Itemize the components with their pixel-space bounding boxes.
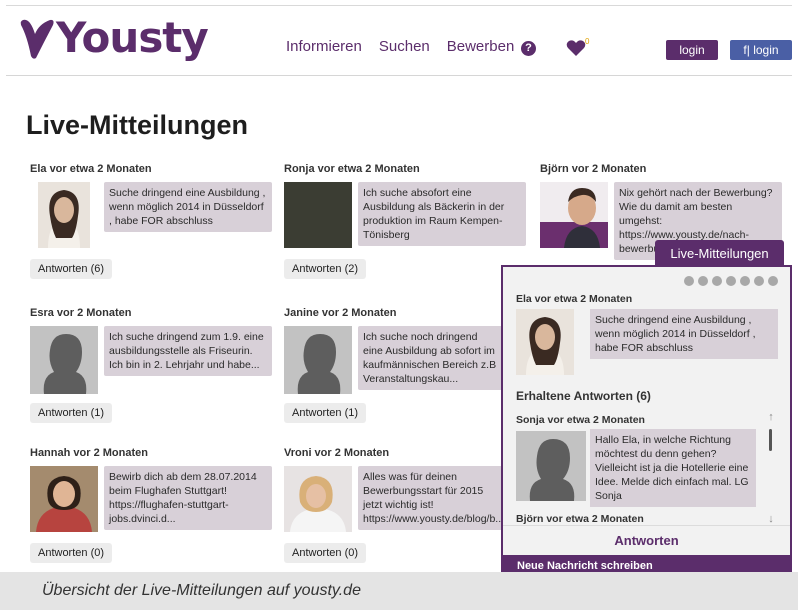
message-card: Vroni vor 2 Monaten Alles was für deinen… bbox=[284, 447, 534, 563]
pagination-dot[interactable] bbox=[768, 276, 778, 286]
message-author[interactable]: Esra vor 2 Monaten bbox=[30, 307, 280, 321]
help-icon[interactable]: ? bbox=[521, 41, 536, 56]
message-bubble: Suche dringend eine Ausbildung , wenn mö… bbox=[104, 182, 272, 232]
avatar[interactable] bbox=[540, 182, 608, 248]
message-author[interactable]: Hannah vor 2 Monaten bbox=[30, 447, 280, 461]
pagination-dot[interactable] bbox=[754, 276, 764, 286]
message-author[interactable]: Ela vor etwa 2 Monaten bbox=[30, 163, 280, 177]
site-logo[interactable]: Yousty bbox=[20, 10, 209, 66]
screenshot-frame: Yousty Informieren Suchen Bewerben ? 0 l… bbox=[0, 0, 798, 610]
pagination-dot[interactable] bbox=[712, 276, 722, 286]
portrait-photo-icon bbox=[540, 182, 608, 248]
reply-button[interactable]: Antworten (1) bbox=[30, 403, 112, 423]
message-bubble: Ich suche absofort eine Ausbildung als B… bbox=[358, 182, 526, 246]
message-card: Ela vor etwa 2 Monaten Suche dringend ei… bbox=[30, 163, 280, 279]
login-button[interactable]: login bbox=[666, 40, 718, 60]
panel-avatar[interactable] bbox=[516, 309, 574, 375]
reply-bubble: Hallo Ela, in welche Richtung möchtest d… bbox=[590, 429, 756, 507]
site-header: Yousty Informieren Suchen Bewerben ? 0 l… bbox=[6, 6, 792, 76]
reply-avatar[interactable] bbox=[516, 431, 586, 501]
nav-suchen[interactable]: Suchen bbox=[379, 38, 430, 55]
message-card: Hannah vor 2 Monaten Bewirb dich ab dem … bbox=[30, 447, 280, 563]
caption-bar: Übersicht der Live-Mitteilungen auf yous… bbox=[0, 572, 798, 610]
scroll-down-arrow-icon[interactable]: ↓ bbox=[766, 513, 776, 525]
reply-button[interactable]: Antworten (6) bbox=[30, 259, 112, 279]
scroll-up-arrow-icon[interactable]: ↑ bbox=[766, 411, 776, 423]
pagination-dots bbox=[684, 276, 778, 286]
message-author[interactable]: Björn vor 2 Monaten bbox=[540, 163, 790, 177]
avatar[interactable] bbox=[284, 182, 352, 248]
live-messages-panel: Ela vor etwa 2 Monaten Suche dringend ei… bbox=[501, 265, 792, 577]
pagination-dot[interactable] bbox=[684, 276, 694, 286]
reply-button[interactable]: Antworten (0) bbox=[30, 543, 112, 563]
message-author[interactable]: Ronja vor etwa 2 Monaten bbox=[284, 163, 534, 177]
message-bubble: Ich suche dringend zum 1.9. eine ausbild… bbox=[104, 326, 272, 376]
heart-icon[interactable] bbox=[566, 39, 586, 57]
message-card: Ronja vor etwa 2 Monaten Ich suche absof… bbox=[284, 163, 534, 279]
pagination-dot[interactable] bbox=[726, 276, 736, 286]
avatar[interactable] bbox=[38, 182, 90, 248]
reply-button[interactable]: Antworten (0) bbox=[284, 543, 366, 563]
figure-caption: Übersicht der Live-Mitteilungen auf yous… bbox=[42, 582, 361, 599]
reply-button[interactable]: Antworten (1) bbox=[284, 403, 366, 423]
reply-button[interactable]: Antworten (2) bbox=[284, 259, 366, 279]
reply-author[interactable]: Sonja vor etwa 2 Monaten bbox=[516, 414, 645, 426]
main-nav: Informieren Suchen Bewerben bbox=[286, 38, 531, 55]
portrait-photo-icon bbox=[38, 182, 90, 248]
scrollbar-thumb[interactable] bbox=[769, 429, 772, 451]
panel-message-author[interactable]: Ela vor etwa 2 Monaten bbox=[516, 293, 632, 305]
message-author[interactable]: Vroni vor 2 Monaten bbox=[284, 447, 534, 461]
favorites-count: 0 bbox=[585, 37, 590, 46]
avatar[interactable] bbox=[284, 326, 352, 394]
user-silhouette-icon bbox=[284, 326, 352, 394]
portrait-photo-icon bbox=[284, 466, 352, 532]
nav-bewerben[interactable]: Bewerben bbox=[447, 38, 515, 55]
page-title: Live-Mitteilungen bbox=[26, 110, 248, 140]
answer-button[interactable]: Antworten bbox=[503, 525, 790, 555]
message-author[interactable]: Janine vor 2 Monaten bbox=[284, 307, 534, 321]
facebook-login-button[interactable]: f| login bbox=[730, 40, 792, 60]
pagination-dot[interactable] bbox=[698, 276, 708, 286]
received-replies-heading: Erhaltene Antworten (6) bbox=[516, 389, 651, 403]
message-bubble: Alles was für deinen Bewerbungsstart für… bbox=[358, 466, 504, 530]
message-bubble: Ich suche noch dringend eine Ausbildung … bbox=[358, 326, 503, 390]
reply-author[interactable]: Björn vor etwa 2 Monaten bbox=[516, 513, 644, 525]
message-card: Esra vor 2 Monaten Ich suche dringend zu… bbox=[30, 307, 280, 423]
message-card: Janine vor 2 Monaten Ich suche noch drin… bbox=[284, 307, 534, 423]
avatar[interactable] bbox=[30, 466, 98, 532]
user-silhouette-icon bbox=[30, 326, 98, 394]
avatar[interactable] bbox=[284, 466, 352, 532]
message-bubble: Bewirb dich ab dem 28.07.2014 beim Flugh… bbox=[104, 466, 272, 530]
nav-informieren[interactable]: Informieren bbox=[286, 38, 362, 55]
portrait-photo-icon bbox=[516, 309, 574, 375]
avatar[interactable] bbox=[30, 326, 98, 394]
user-silhouette-icon bbox=[516, 431, 586, 501]
pagination-dot[interactable] bbox=[740, 276, 750, 286]
portrait-photo-icon bbox=[30, 466, 98, 532]
live-messages-tab[interactable]: Live-Mitteilungen bbox=[655, 240, 784, 267]
logo-mark-icon bbox=[20, 19, 54, 59]
logo-text: Yousty bbox=[56, 13, 209, 62]
panel-message-bubble: Suche dringend eine Ausbildung , wenn mö… bbox=[590, 309, 778, 359]
